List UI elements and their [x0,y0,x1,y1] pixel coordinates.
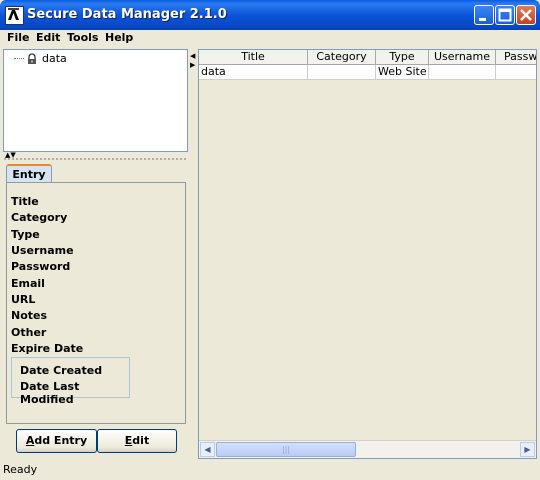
tree-connector [14,58,24,59]
scroll-left-icon[interactable]: ◀ [200,442,215,457]
cell-type[interactable]: Web Site [376,65,429,80]
add-entry-label: dd Entry [34,434,88,447]
title-bar[interactable]: Secure Data Manager 2.1.0 [0,0,540,30]
vertical-splitter[interactable]: ◀ ▶ [189,49,197,459]
field-email-label: Email [11,277,45,290]
horizontal-scrollbar[interactable]: ◀ ||| ▶ [199,440,536,458]
table-header: Title Category Type Username Passw [199,50,536,65]
field-expire-date-label: Expire Date [11,342,84,355]
field-notes-label: Notes [11,309,48,322]
window-title: Secure Data Manager 2.1.0 [27,7,227,22]
entries-table[interactable]: Title Category Type Username Passw data … [198,49,537,459]
scroll-thumb[interactable]: ||| [216,442,356,457]
status-text: Ready [3,463,38,476]
field-type-label: Type [11,228,40,241]
menu-tools[interactable]: Tools [67,31,98,44]
cell-password[interactable] [496,65,536,80]
tree-node-data[interactable]: data [42,52,67,65]
cell-username[interactable] [429,65,496,80]
field-password-label: Password [11,260,71,273]
dates-group: Date Created Date Last Modified [11,357,130,406]
tab-entry[interactable]: Entry [6,164,52,183]
close-button[interactable] [516,5,536,25]
cell-category[interactable] [308,65,376,80]
add-entry-button[interactable]: Add Entry [16,429,97,453]
menu-bar: File Edit Tools Help [0,30,540,48]
minimize-button[interactable] [474,5,494,25]
column-header-username[interactable]: Username [429,50,496,65]
date-created-label: Date Created [20,364,103,377]
menu-help[interactable]: Help [105,31,133,44]
date-last-modified-label: Date Last Modified [20,380,80,406]
field-title-label: Title [11,195,39,208]
horizontal-splitter[interactable] [3,157,188,161]
field-url-label: URL [11,293,36,306]
column-header-password[interactable]: Passw [496,50,536,65]
maximize-button[interactable] [495,5,515,25]
column-header-type[interactable]: Type [376,50,429,65]
app-logo-icon[interactable] [5,6,24,25]
column-header-category[interactable]: Category [308,50,376,65]
cell-title[interactable]: data [199,65,308,80]
tree-panel[interactable]: data [3,49,188,152]
scroll-right-icon[interactable]: ▶ [520,442,535,457]
menu-edit[interactable]: Edit [36,31,60,44]
edit-label: dit [132,434,150,447]
column-header-title[interactable]: Title [199,50,308,65]
field-username-label: Username [11,244,74,257]
table-row[interactable]: data Web Site [199,65,536,80]
menu-file[interactable]: File [7,31,30,44]
field-other-label: Other [11,326,47,339]
edit-button[interactable]: Edit [97,429,177,453]
splitter-left-arrow-icon[interactable]: ◀ [190,53,195,60]
field-category-label: Category [11,211,68,224]
splitter-right-arrow-icon[interactable]: ▶ [190,62,195,69]
lock-icon [26,53,38,68]
entry-panel: Title Category Type Username Password Em… [6,182,186,424]
